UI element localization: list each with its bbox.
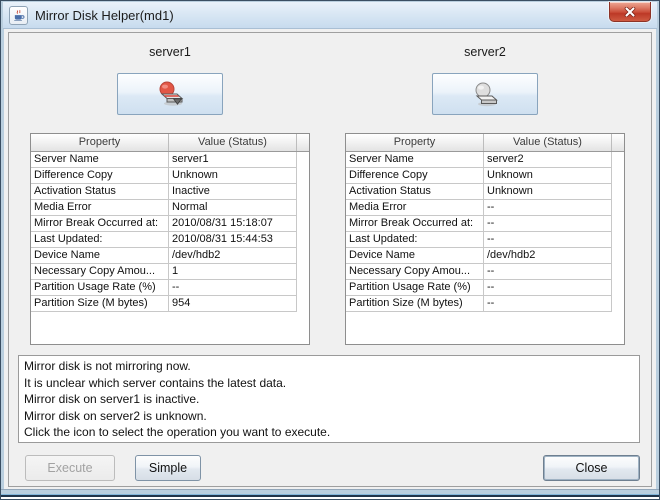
value-cell: -- bbox=[484, 264, 612, 280]
property-cell: Activation Status bbox=[31, 184, 169, 200]
table-row[interactable]: Partition Size (M bytes)-- bbox=[346, 296, 612, 312]
close-window-button[interactable] bbox=[609, 2, 651, 22]
value-cell: -- bbox=[169, 280, 297, 296]
table-row[interactable]: Device Name/dev/hdb2 bbox=[31, 248, 297, 264]
value-cell: 2010/08/31 15:44:53 bbox=[169, 232, 297, 248]
java-cup-icon bbox=[12, 9, 25, 22]
property-cell: Necessary Copy Amou... bbox=[346, 264, 484, 280]
header-filler bbox=[297, 134, 309, 151]
table-row[interactable]: Partition Usage Rate (%)-- bbox=[31, 280, 297, 296]
value-column-header[interactable]: Value (Status) bbox=[169, 134, 297, 151]
value-cell: 1 bbox=[169, 264, 297, 280]
table-row[interactable]: Partition Usage Rate (%)-- bbox=[346, 280, 612, 296]
value-cell: -- bbox=[484, 216, 612, 232]
value-cell: server2 bbox=[484, 152, 612, 168]
property-cell: Server Name bbox=[346, 152, 484, 168]
value-cell: Inactive bbox=[169, 184, 297, 200]
value-cell: server1 bbox=[169, 152, 297, 168]
server2-property-table: Property Value (Status) Server Nameserve… bbox=[345, 133, 625, 345]
message-line: Mirror disk is not mirroring now. bbox=[24, 358, 634, 375]
window-bottom-frame bbox=[1, 489, 659, 499]
value-cell: /dev/hdb2 bbox=[484, 248, 612, 264]
message-line: Mirror disk on server1 is inactive. bbox=[24, 391, 634, 408]
property-column-header[interactable]: Property bbox=[31, 134, 169, 151]
table-row[interactable]: Necessary Copy Amou...1 bbox=[31, 264, 297, 280]
value-cell: -- bbox=[484, 200, 612, 216]
value-cell: 954 bbox=[169, 296, 297, 312]
property-cell: Partition Size (M bytes) bbox=[346, 296, 484, 312]
property-cell: Mirror Break Occurred at: bbox=[346, 216, 484, 232]
server1-property-table: Property Value (Status) Server Nameserve… bbox=[30, 133, 310, 345]
property-cell: Necessary Copy Amou... bbox=[31, 264, 169, 280]
property-cell: Partition Usage Rate (%) bbox=[346, 280, 484, 296]
table-row[interactable]: Partition Size (M bytes)954 bbox=[31, 296, 297, 312]
mirror-disk-helper-window: Mirror Disk Helper(md1) server1 bbox=[0, 0, 660, 500]
table-header-row: Property Value (Status) bbox=[31, 134, 309, 152]
status-message-box: Mirror disk is not mirroring now.It is u… bbox=[18, 355, 640, 443]
header-filler bbox=[612, 134, 624, 151]
value-cell: Unknown bbox=[484, 168, 612, 184]
server2-label: server2 bbox=[345, 45, 625, 61]
table-row[interactable]: Activation StatusInactive bbox=[31, 184, 297, 200]
execute-button[interactable]: Execute bbox=[25, 455, 115, 481]
table-row[interactable]: Necessary Copy Amou...-- bbox=[346, 264, 612, 280]
property-column-header[interactable]: Property bbox=[346, 134, 484, 151]
message-line: It is unclear which server contains the … bbox=[24, 375, 634, 392]
close-button[interactable]: Close bbox=[543, 455, 640, 481]
table-row[interactable]: Server Nameserver2 bbox=[346, 152, 612, 168]
dialog-client-area: server1 Property Value (S bbox=[4, 29, 656, 490]
server2-section: server2 Property Value (Status) bbox=[345, 33, 625, 345]
table-row[interactable]: Media ErrorNormal bbox=[31, 200, 297, 216]
message-line: Mirror disk on server2 is unknown. bbox=[24, 408, 634, 425]
property-cell: Difference Copy bbox=[31, 168, 169, 184]
value-cell: /dev/hdb2 bbox=[169, 248, 297, 264]
value-cell: -- bbox=[484, 296, 612, 312]
window-title: Mirror Disk Helper(md1) bbox=[35, 2, 174, 29]
property-cell: Difference Copy bbox=[346, 168, 484, 184]
table-row[interactable]: Device Name/dev/hdb2 bbox=[346, 248, 612, 264]
server1-label: server1 bbox=[30, 45, 310, 61]
simple-button[interactable]: Simple bbox=[135, 455, 201, 481]
property-cell: Server Name bbox=[31, 152, 169, 168]
property-cell: Last Updated: bbox=[31, 232, 169, 248]
table-row[interactable]: Mirror Break Occurred at:-- bbox=[346, 216, 612, 232]
server2-disk-operation-button[interactable] bbox=[432, 73, 538, 115]
table-row[interactable]: Server Nameserver1 bbox=[31, 152, 297, 168]
value-cell: 2010/08/31 15:18:07 bbox=[169, 216, 297, 232]
table-row[interactable]: Activation StatusUnknown bbox=[346, 184, 612, 200]
property-cell: Partition Size (M bytes) bbox=[31, 296, 169, 312]
value-cell: Normal bbox=[169, 200, 297, 216]
property-cell: Mirror Break Occurred at: bbox=[31, 216, 169, 232]
property-cell: Partition Usage Rate (%) bbox=[31, 280, 169, 296]
table-row[interactable]: Mirror Break Occurred at:2010/08/31 15:1… bbox=[31, 216, 297, 232]
close-icon bbox=[624, 7, 636, 17]
property-cell: Device Name bbox=[31, 248, 169, 264]
window-menu-button[interactable] bbox=[9, 6, 28, 25]
server1-section: server1 Property Value (S bbox=[30, 33, 310, 345]
server1-table-body: Server Nameserver1Difference CopyUnknown… bbox=[31, 152, 309, 312]
value-cell: Unknown bbox=[169, 168, 297, 184]
property-cell: Device Name bbox=[346, 248, 484, 264]
property-cell: Last Updated: bbox=[346, 232, 484, 248]
server2-table-body: Server Nameserver2Difference CopyUnknown… bbox=[346, 152, 624, 312]
value-cell: Unknown bbox=[484, 184, 612, 200]
titlebar[interactable]: Mirror Disk Helper(md1) bbox=[3, 2, 657, 29]
value-column-header[interactable]: Value (Status) bbox=[484, 134, 612, 151]
property-cell: Activation Status bbox=[346, 184, 484, 200]
content-panel: server1 Property Value (S bbox=[8, 32, 652, 487]
table-row[interactable]: Last Updated:-- bbox=[346, 232, 612, 248]
table-row[interactable]: Media Error-- bbox=[346, 200, 612, 216]
table-header-row: Property Value (Status) bbox=[346, 134, 624, 152]
value-cell: -- bbox=[484, 232, 612, 248]
mirror-disk-inactive-red-icon bbox=[153, 80, 187, 108]
mirror-disk-unknown-gray-icon bbox=[468, 80, 502, 108]
server1-disk-operation-button[interactable] bbox=[117, 73, 223, 115]
table-row[interactable]: Difference CopyUnknown bbox=[346, 168, 612, 184]
property-cell: Media Error bbox=[31, 200, 169, 216]
property-cell: Media Error bbox=[346, 200, 484, 216]
value-cell: -- bbox=[484, 280, 612, 296]
message-line: Click the icon to select the operation y… bbox=[24, 424, 634, 441]
table-row[interactable]: Last Updated:2010/08/31 15:44:53 bbox=[31, 232, 297, 248]
table-row[interactable]: Difference CopyUnknown bbox=[31, 168, 297, 184]
